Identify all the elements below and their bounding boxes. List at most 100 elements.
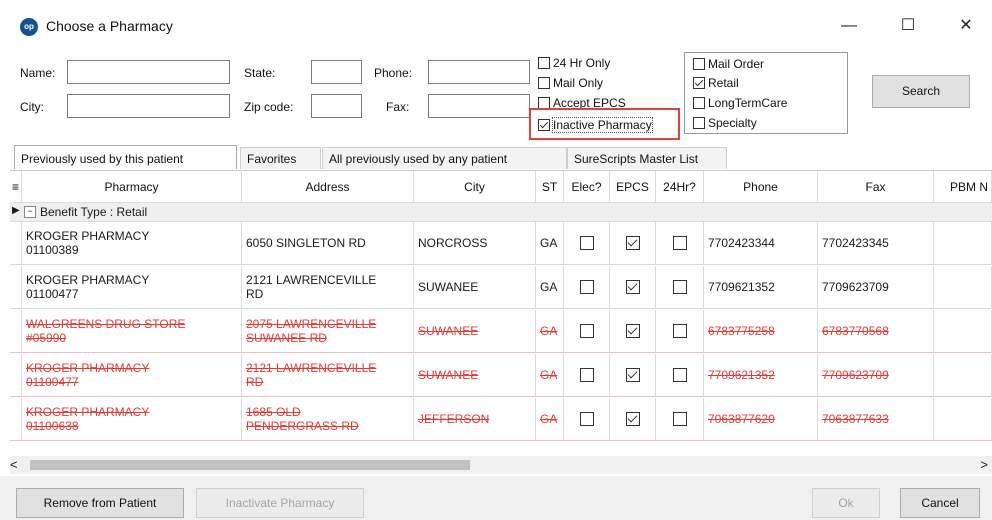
- checkbox-icon[interactable]: [693, 96, 705, 109]
- checkbox-checked-icon[interactable]: [625, 324, 640, 338]
- cell-state: GA: [536, 398, 564, 440]
- tab-surescripts-master-list[interactable]: SureScripts Master List: [567, 147, 727, 169]
- tab-previously-used-by-patient[interactable]: Previously used by this patient: [14, 145, 237, 169]
- horizontal-scrollbar[interactable]: < >: [10, 456, 992, 474]
- remove-from-patient-button[interactable]: Remove from Patient: [16, 488, 184, 518]
- cell-phone: 7709621352: [704, 354, 818, 396]
- cell-address: 6050 SINGLETON RD: [242, 222, 414, 264]
- fax-input[interactable]: [428, 94, 530, 118]
- checkbox-icon[interactable]: [672, 368, 687, 382]
- cell-pbm: [934, 354, 992, 396]
- city-input[interactable]: [67, 94, 230, 118]
- title-bar: op Choose a Pharmacy — ☐ ✕: [0, 0, 992, 50]
- cell-address: 1685 OLD PENDERGRASS RD: [242, 398, 414, 440]
- header-address[interactable]: Address: [242, 171, 414, 203]
- cancel-button[interactable]: Cancel: [900, 488, 980, 518]
- checkbox-icon[interactable]: [579, 236, 594, 250]
- checkbox-icon[interactable]: [672, 412, 687, 426]
- checkbox-icon[interactable]: [538, 76, 550, 89]
- row-selector[interactable]: [10, 222, 22, 264]
- checkbox-checked-icon[interactable]: [625, 368, 640, 382]
- cell-pharmacy: KROGER PHARMACY 01100389: [22, 222, 242, 264]
- row-selector[interactable]: [10, 354, 22, 396]
- checkbox-icon[interactable]: [672, 236, 687, 250]
- table-row[interactable]: KROGER PHARMACY 01100638 1685 OLD PENDERG…: [10, 398, 992, 441]
- checkbox-checked-icon[interactable]: [693, 76, 705, 89]
- phone-input[interactable]: [428, 60, 530, 84]
- column-chooser-icon[interactable]: ≡: [10, 171, 22, 203]
- cell-fax: 6783770568: [818, 310, 934, 352]
- collapse-icon[interactable]: −: [24, 206, 36, 218]
- header-elec[interactable]: Elec?: [564, 171, 610, 203]
- tab-all-previously-used[interactable]: All previously used by any patient: [322, 147, 567, 169]
- table-row[interactable]: KROGER PHARMACY 01100477 2121 LAWRENCEVIL…: [10, 354, 992, 397]
- cell-phone: 7709621352: [704, 266, 818, 308]
- header-pbm[interactable]: PBM N: [934, 171, 992, 203]
- type-longtermcare[interactable]: LongTermCare: [693, 95, 787, 113]
- ok-button[interactable]: Ok: [812, 488, 880, 518]
- row-selector[interactable]: [10, 398, 22, 440]
- cell-elec: [564, 266, 610, 308]
- checkbox-icon[interactable]: [672, 280, 687, 294]
- header-24hr[interactable]: 24Hr?: [656, 171, 704, 203]
- checkbox-icon[interactable]: [579, 412, 594, 426]
- table-row[interactable]: WALGREENS DRUG STORE #05990 2075 LAWRENCE…: [10, 310, 992, 353]
- scroll-thumb[interactable]: [30, 460, 470, 470]
- close-button[interactable]: ✕: [953, 14, 979, 38]
- cell-phone: 7063877620: [704, 398, 818, 440]
- header-phone[interactable]: Phone: [704, 171, 818, 203]
- bottom-bar: Remove from Patient Inactivate Pharmacy …: [0, 476, 992, 520]
- scroll-left-icon[interactable]: <: [10, 457, 18, 472]
- checkbox-icon[interactable]: [538, 56, 550, 69]
- type-specialty[interactable]: Specialty: [693, 115, 757, 133]
- cell-city: SUWANEE: [414, 266, 536, 308]
- row-selector[interactable]: [10, 266, 22, 308]
- cell-pbm: [934, 398, 992, 440]
- row-selector[interactable]: [10, 310, 22, 352]
- maximize-button[interactable]: ☐: [895, 14, 921, 38]
- header-st[interactable]: ST: [536, 171, 564, 203]
- cell-state: GA: [536, 310, 564, 352]
- checkbox-icon[interactable]: [579, 280, 594, 294]
- cell-city: JEFFERSON: [414, 398, 536, 440]
- checkbox-icon[interactable]: [693, 57, 705, 70]
- search-button[interactable]: Search: [872, 75, 970, 108]
- table-row[interactable]: KROGER PHARMACY 01100477 2121 LAWRENCEVIL…: [10, 266, 992, 309]
- inactivate-pharmacy-button[interactable]: Inactivate Pharmacy: [196, 488, 364, 518]
- header-pharmacy[interactable]: Pharmacy: [22, 171, 242, 203]
- cell-pbm: [934, 310, 992, 352]
- tab-favorites[interactable]: Favorites: [240, 147, 321, 169]
- checkbox-checked-icon[interactable]: [625, 236, 640, 250]
- cell-24hr: [656, 222, 704, 264]
- scroll-right-icon[interactable]: >: [980, 457, 988, 472]
- name-input[interactable]: [67, 60, 230, 84]
- header-city[interactable]: City: [414, 171, 536, 203]
- type-mail-order[interactable]: Mail Order: [693, 56, 764, 74]
- checkbox-checked-icon[interactable]: [625, 280, 640, 294]
- group-row[interactable]: ▶ − Benefit Type : Retail: [10, 203, 992, 222]
- state-input[interactable]: [311, 60, 362, 84]
- cell-pbm: [934, 222, 992, 264]
- cell-city: SUWANEE: [414, 354, 536, 396]
- cell-address: 2075 LAWRENCEVILLE SUWANEE RD: [242, 310, 414, 352]
- zip-input[interactable]: [311, 94, 362, 118]
- table-row[interactable]: KROGER PHARMACY 01100389 6050 SINGLETON R…: [10, 222, 992, 265]
- type-retail[interactable]: Retail: [693, 75, 739, 93]
- cell-epcs: [610, 222, 656, 264]
- cell-address: 2121 LAWRENCEVILLE RD: [242, 354, 414, 396]
- minimize-button[interactable]: —: [836, 14, 862, 38]
- cell-fax: 7709623709: [818, 354, 934, 396]
- option-mail-only[interactable]: Mail Only: [538, 75, 603, 93]
- cell-24hr: [656, 310, 704, 352]
- checkbox-checked-icon[interactable]: [625, 412, 640, 426]
- cell-24hr: [656, 398, 704, 440]
- checkbox-icon[interactable]: [579, 324, 594, 338]
- cell-elec: [564, 354, 610, 396]
- checkbox-icon[interactable]: [693, 116, 705, 129]
- checkbox-icon[interactable]: [672, 324, 687, 338]
- header-fax[interactable]: Fax: [818, 171, 934, 203]
- checkbox-icon[interactable]: [579, 368, 594, 382]
- option-24hr-only[interactable]: 24 Hr Only: [538, 55, 610, 73]
- header-epcs[interactable]: EPCS: [610, 171, 656, 203]
- cell-elec: [564, 398, 610, 440]
